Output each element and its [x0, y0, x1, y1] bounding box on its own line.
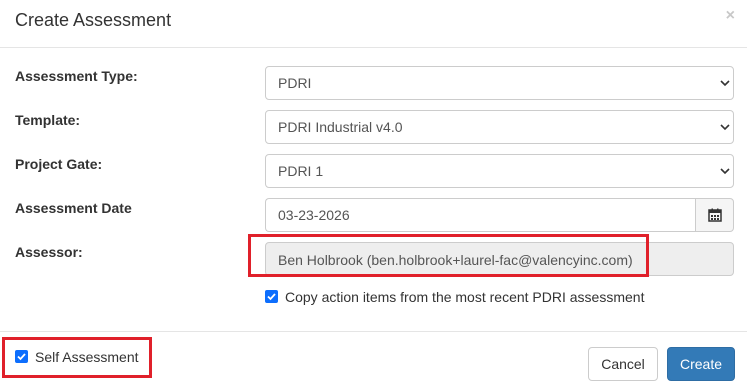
assessment-date-input[interactable]: 03-23-2026 [265, 198, 696, 232]
close-icon[interactable]: × [726, 7, 735, 25]
assessment-type-select[interactable]: PDRI [265, 66, 734, 100]
chevron-down-icon [720, 80, 730, 87]
self-assessment-checkbox[interactable] [15, 350, 28, 363]
date-picker-button[interactable] [695, 198, 734, 232]
check-icon [267, 293, 276, 301]
create-assessment-dialog: Create Assessment × Assessment Type: PDR… [0, 0, 747, 391]
copy-action-items-label: Copy action items from the most recent P… [285, 289, 645, 305]
cancel-button[interactable]: Cancel [588, 347, 658, 381]
template-value: PDRI Industrial v4.0 [278, 119, 403, 135]
project-gate-select[interactable]: PDRI 1 [265, 154, 734, 188]
assessor-field: Ben Holbrook (ben.holbrook+laurel-fac@va… [265, 242, 734, 276]
project-gate-value: PDRI 1 [278, 163, 324, 179]
create-button[interactable]: Create [667, 347, 735, 381]
self-assessment-label: Self Assessment [35, 349, 139, 365]
assessment-type-label: Assessment Type: [15, 68, 138, 84]
project-gate-label: Project Gate: [15, 156, 103, 172]
calendar-icon [708, 208, 722, 222]
chevron-down-icon [720, 168, 730, 175]
template-label: Template: [15, 112, 81, 128]
dialog-header: Create Assessment × [0, 0, 747, 48]
assessment-date-label: Assessment Date [15, 200, 132, 216]
dialog-title: Create Assessment [15, 10, 172, 30]
chevron-down-icon [720, 124, 730, 131]
check-icon [17, 353, 26, 361]
copy-action-items-checkbox[interactable] [265, 290, 278, 303]
assessor-label: Assessor: [15, 244, 83, 260]
template-select[interactable]: PDRI Industrial v4.0 [265, 110, 734, 144]
assessment-type-value: PDRI [278, 75, 312, 91]
